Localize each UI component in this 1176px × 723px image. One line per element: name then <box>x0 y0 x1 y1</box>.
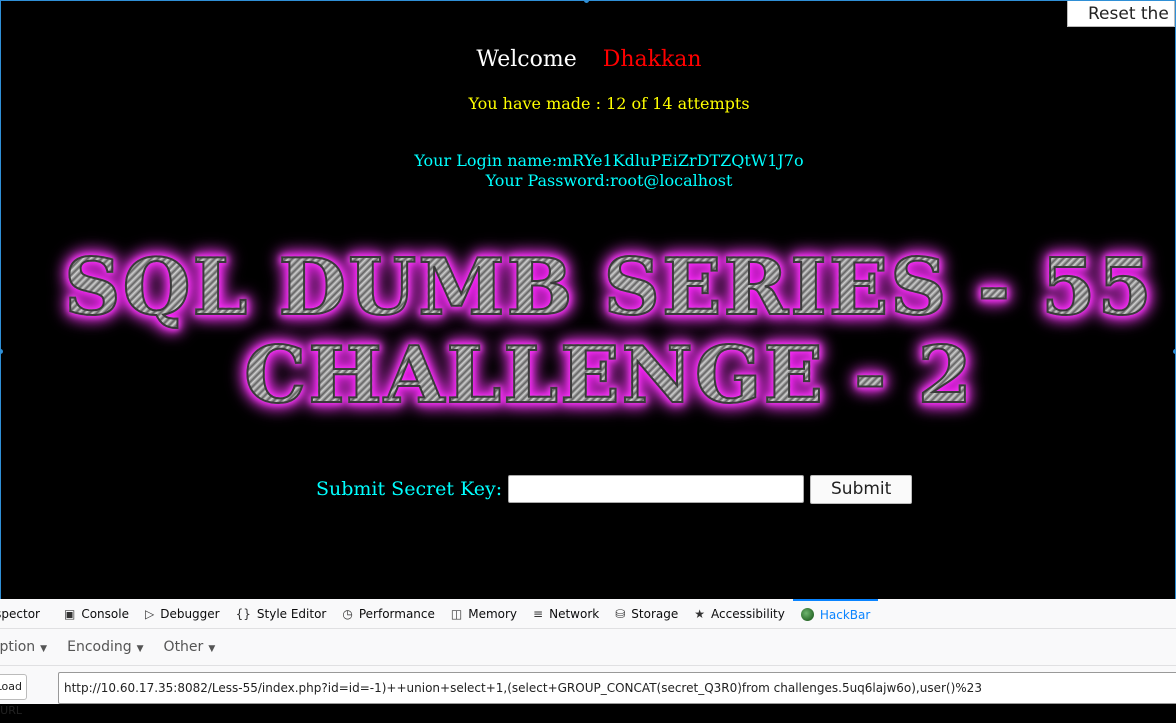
username: Dhakkan <box>602 47 702 72</box>
caret-down-icon: ▼ <box>40 644 48 654</box>
submit-button[interactable]: Submit <box>810 474 913 504</box>
devtools-panel: Inspector ▣ Console ▷ Debugger {} Style … <box>0 599 1176 717</box>
style-editor-icon: {} <box>235 606 251 621</box>
tab-label: Style Editor <box>256 606 327 621</box>
tab-label: Accessibility <box>711 606 785 621</box>
menu-label: Other <box>163 639 204 655</box>
menu-encryption[interactable]: Encryption ▼ <box>0 639 57 655</box>
console-icon: ▣ <box>63 606 76 621</box>
title-line-1: SQL DUMB SERIES - 55 <box>1 248 1176 328</box>
tab-accessibility[interactable]: ★ Accessibility <box>686 599 793 628</box>
tab-label: HackBar <box>819 607 871 622</box>
tab-inspector[interactable]: Inspector <box>0 599 48 628</box>
url-input[interactable]: http://10.60.17.35:8082/Less-55/index.ph… <box>58 672 1176 704</box>
tab-label: Inspector <box>0 606 40 621</box>
caret-down-icon: ▼ <box>208 644 216 654</box>
tab-performance[interactable]: ◷ Performance <box>334 599 443 628</box>
tab-label: Debugger <box>160 606 220 621</box>
login-name-text: Your Login name:mRYe1KdluPEiZrDTZQtW1J7o <box>414 151 804 170</box>
tab-console[interactable]: ▣ Console <box>56 599 137 628</box>
network-icon: ≡ <box>533 606 544 621</box>
load-url-button[interactable]: Load URL <box>0 674 27 717</box>
tab-style-editor[interactable]: {} Style Editor <box>228 599 335 628</box>
devtools-tabbar: Inspector ▣ Console ▷ Debugger {} Style … <box>0 599 1176 629</box>
performance-icon: ◷ <box>342 606 353 621</box>
challenge-page: Reset the Challenge! Welcome Dhakkan You … <box>0 0 1176 599</box>
tab-network[interactable]: ≡ Network <box>525 599 607 628</box>
secret-key-input[interactable] <box>508 475 805 503</box>
selection-handle <box>584 0 589 3</box>
menu-other[interactable]: Other ▼ <box>154 639 226 655</box>
tab-hackbar[interactable]: HackBar <box>792 599 879 628</box>
menu-label: Encryption <box>0 639 36 655</box>
caret-down-icon: ▼ <box>136 644 144 654</box>
tab-storage[interactable]: ⛁ Storage <box>607 599 686 628</box>
memory-icon: ◫ <box>450 606 463 621</box>
tab-label: Network <box>549 606 600 621</box>
password-text: Your Password:root@localhost <box>485 171 733 190</box>
attempts-counter: You have made : 12 of 14 attempts <box>468 94 750 113</box>
title-line-2: CHALLENGE - 2 <box>1 336 1176 416</box>
menu-label: Encoding <box>67 639 132 655</box>
menu-encoding[interactable]: Encoding ▼ <box>57 639 153 655</box>
hackbar-url-row: Load URL http://10.60.17.35:8082/Less-55… <box>0 666 1176 717</box>
hackbar-icon <box>800 608 814 621</box>
tab-label: Storage <box>631 606 679 621</box>
tab-label: Performance <box>358 606 435 621</box>
secret-key-form: Submit Secret Key: Submit <box>316 474 913 504</box>
storage-icon: ⛁ <box>615 606 626 621</box>
accessibility-icon: ★ <box>694 606 705 621</box>
debugger-icon: ▷ <box>144 606 155 621</box>
tab-label: Memory <box>468 606 518 621</box>
welcome-label: Welcome <box>476 47 577 72</box>
hackbar-menubar: Encryption ▼ Encoding ▼ Other ▼ <box>0 629 1176 666</box>
welcome-line: Welcome Dhakkan <box>1 47 1176 72</box>
reset-challenge-button[interactable]: Reset the Challenge! <box>1067 1 1175 27</box>
secret-key-label: Submit Secret Key: <box>316 478 503 500</box>
tab-debugger[interactable]: ▷ Debugger <box>137 599 228 628</box>
tab-memory[interactable]: ◫ Memory <box>443 599 525 628</box>
credentials-block: Your Login name:mRYe1KdluPEiZrDTZQtW1J7o… <box>1 151 1176 191</box>
tab-label: Console <box>81 606 129 621</box>
